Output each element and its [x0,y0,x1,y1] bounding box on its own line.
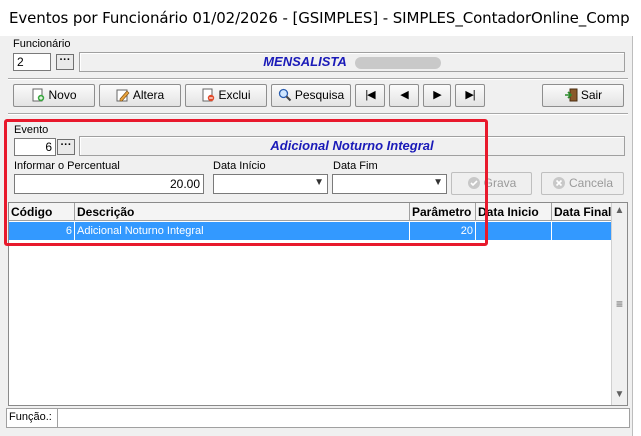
column-header-data-inicio[interactable]: Data Inicio [476,203,552,221]
evento-label: Evento [14,124,49,136]
column-header-parametro[interactable]: Parâmetro [410,203,476,221]
data-inicio-label: Data Início [213,160,266,172]
window-title: Eventos por Funcionário 01/02/2026 - [GS… [9,9,629,27]
data-fim-picker[interactable]: ▼ [332,174,447,194]
sair-button[interactable]: Sair [542,84,624,107]
percentual-input[interactable]: 20.00 [14,174,204,194]
cell-descricao: Adicional Noturno Integral [75,222,410,240]
grava-button[interactable]: Grava [451,172,532,195]
funcionario-label: Funcionário [13,38,71,50]
separator [8,78,628,80]
exclui-label: Exclui [218,88,251,102]
evento-name-display: Adicional Noturno Integral [79,136,625,156]
first-record-button[interactable]: |◀ [355,84,385,107]
search-icon [278,88,292,102]
vertical-scrollbar[interactable]: ▲ ≡ ▼ [611,203,627,405]
data-fim-label: Data Fim [333,160,378,172]
column-header-descricao[interactable]: Descrição [75,203,410,221]
altera-label: Altera [132,88,165,102]
pesquisa-button[interactable]: Pesquisa [271,84,351,107]
cancela-button[interactable]: Cancela [541,172,624,195]
cell-codigo: 6 [9,222,75,240]
main-window: Eventos por Funcionário 01/02/2026 - [GS… [0,0,633,436]
delete-document-icon [201,88,215,102]
grava-label: Grava [483,176,517,190]
check-circle-icon [467,176,481,190]
column-header-codigo[interactable]: Código [9,203,75,221]
funcao-label: Função.: [9,411,52,423]
data-inicio-picker[interactable]: ▼ [213,174,328,194]
cell-parametro: 20 [410,222,476,240]
scroll-up-icon[interactable]: ▲ [612,205,627,216]
altera-button[interactable]: Altera [99,84,181,107]
table-row[interactable]: 6 Adicional Noturno Integral 20 [9,222,612,240]
new-document-icon [31,88,45,102]
cell-data-final [552,222,612,240]
cancela-label: Cancela [568,176,614,190]
chevron-down-icon[interactable]: ▼ [314,177,324,188]
pesquisa-label: Pesquisa [294,88,345,102]
eventos-grid[interactable]: Código Descrição Parâmetro Data Inicio D… [8,202,628,406]
chevron-down-icon[interactable]: ▼ [433,177,443,188]
column-header-data-final[interactable]: Data Final [552,203,612,221]
funcionario-code-input[interactable]: 2 [13,53,51,71]
redacted-name-blur [354,56,441,69]
background-strip [633,0,641,436]
sair-label: Sair [580,88,603,102]
exit-door-icon [564,88,578,102]
scroll-grip-icon[interactable]: ≡ [612,297,627,311]
title-bar[interactable]: Eventos por Funcionário 01/02/2026 - [GS… [0,0,633,36]
edit-icon [116,88,130,102]
cancel-circle-icon [552,176,566,190]
status-bar: Função.: [6,408,630,428]
novo-label: Novo [48,88,77,102]
funcionario-lookup-button[interactable]: ··· [56,54,74,70]
last-record-button[interactable]: ▶| [455,84,485,107]
evento-code-input[interactable]: 6 [14,138,56,156]
status-divider [57,409,58,427]
novo-button[interactable]: Novo [13,84,95,107]
next-record-button[interactable]: ▶ [423,84,451,107]
funcionario-name-display: MENSALISTA [79,52,625,72]
exclui-button[interactable]: Exclui [185,84,267,107]
funcionario-name: MENSALISTA [263,54,347,69]
separator [8,113,628,115]
evento-lookup-button[interactable]: ··· [57,139,75,155]
cell-data-inicio [476,222,552,240]
percentual-label: Informar o Percentual [14,160,120,172]
grid-header: Código Descrição Parâmetro Data Inicio D… [9,203,612,221]
prev-record-button[interactable]: ◀ [389,84,419,107]
scroll-down-icon[interactable]: ▼ [612,389,627,400]
